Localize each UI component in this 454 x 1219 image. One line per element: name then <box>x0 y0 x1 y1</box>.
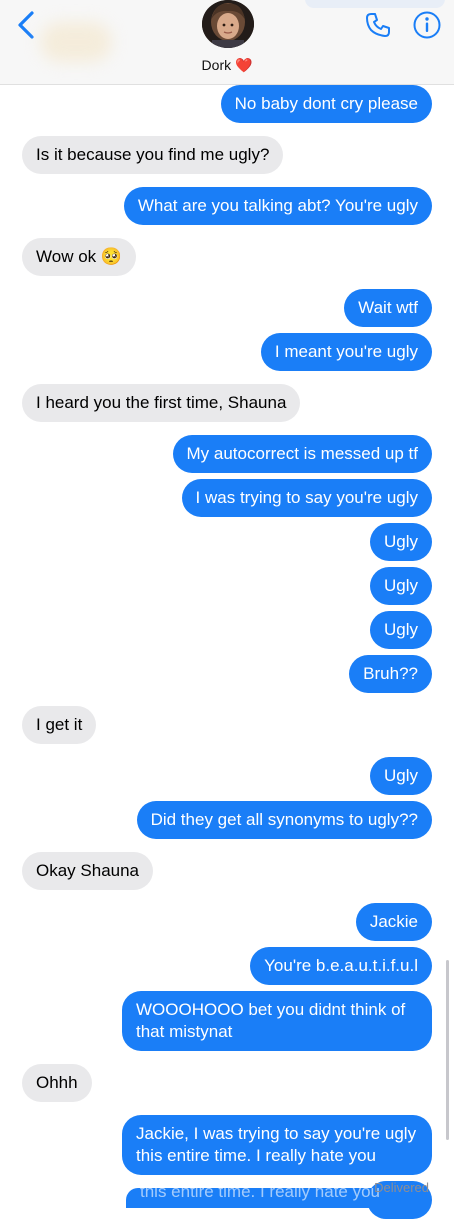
sent-message-row: You're b.e.a.u.t.i.f.u.l <box>0 947 454 985</box>
sent-message-row: I meant you're ugly <box>0 333 454 371</box>
sent-message-bubble[interactable]: No baby dont cry please <box>220 85 432 123</box>
sent-message-bubble[interactable]: Ugly <box>369 757 432 795</box>
sent-message-row: Jackie <box>0 903 454 941</box>
received-message-bubble[interactable]: Is it because you find me ugly? <box>22 136 284 174</box>
received-message-row: Ohhh <box>0 1064 454 1102</box>
sent-message-row: No baby dont cry please <box>0 85 454 123</box>
received-message-row: I heard you the first time, Shauna <box>0 384 454 422</box>
message-thread[interactable]: No baby dont cry please Is it because you… <box>0 85 454 1219</box>
contact-name[interactable]: Dork ❤️ <box>0 56 454 74</box>
sent-message-bubble[interactable]: Bruh?? <box>349 655 432 693</box>
sent-message-bubble[interactable]: Ugly <box>369 567 432 605</box>
delivered-status: Delivered <box>374 1180 429 1195</box>
sent-message-bubble[interactable]: I was trying to say you're ugly <box>181 479 432 517</box>
sent-message-bubble[interactable]: I meant you're ugly <box>260 333 432 371</box>
sent-message-bubble[interactable]: WOOOHOOO bet you didnt think of that mis… <box>122 991 432 1051</box>
sent-message-bubble[interactable]: Jackie <box>355 903 432 941</box>
sent-message-row: Ugly <box>0 523 454 561</box>
phone-icon[interactable] <box>363 10 393 40</box>
sent-message-row: Did they get all synonyms to ugly?? <box>0 801 454 839</box>
contact-name-text: Dork <box>201 57 232 73</box>
sent-message-row: Wait wtf <box>0 289 454 327</box>
sent-message-row: I was trying to say you're ugly <box>0 479 454 517</box>
received-message-bubble[interactable]: Ohhh <box>22 1064 92 1102</box>
avatar[interactable] <box>202 0 254 48</box>
sent-message-row: Ugly <box>0 611 454 649</box>
sent-message-bubble[interactable]: Wait wtf <box>344 289 432 327</box>
received-message-bubble[interactable]: Okay Shauna <box>22 852 154 890</box>
scrollbar[interactable] <box>446 960 449 1140</box>
cutoff-message-text: this entire time. I really hate you <box>140 1188 381 1201</box>
received-message-bubble[interactable]: Wow ok 🥺 <box>22 238 137 276</box>
sent-message-bubble[interactable]: Did they get all synonyms to ugly?? <box>136 801 432 839</box>
sent-message-row: Ugly <box>0 567 454 605</box>
sent-message-row: Ugly <box>0 757 454 795</box>
heart-emoji: ❤️ <box>235 57 253 73</box>
received-message-row: I get it <box>0 706 454 744</box>
info-icon[interactable] <box>412 10 442 40</box>
sent-message-bubble[interactable]: Ugly <box>369 611 432 649</box>
received-message-bubble[interactable]: I heard you the first time, Shauna <box>22 384 301 422</box>
sent-message-row: WOOOHOOO bet you didnt think of that mis… <box>0 991 454 1051</box>
sent-message-bubble[interactable]: What are you talking abt? You're ugly <box>123 187 432 225</box>
sent-message-row: Bruh?? <box>0 655 454 693</box>
sent-message-row: What are you talking abt? You're ugly <box>0 187 454 225</box>
chevron-left-icon[interactable] <box>14 10 40 40</box>
received-message-row: Is it because you find me ugly? <box>0 136 454 174</box>
sent-message-bubble[interactable]: Ugly <box>369 523 432 561</box>
sent-message-bubble[interactable]: Jackie, I was trying to say you're ugly … <box>122 1115 432 1175</box>
sent-message-row: My autocorrect is messed up tf <box>0 435 454 473</box>
sent-message-bubble[interactable]: My autocorrect is messed up tf <box>172 435 432 473</box>
conversation-header: Dork ❤️ <box>0 0 454 85</box>
received-message-bubble[interactable]: I get it <box>22 706 97 744</box>
sent-message-bubble[interactable]: You're b.e.a.u.t.i.f.u.l <box>250 947 432 985</box>
previous-message-edge <box>305 0 445 8</box>
received-message-row: Wow ok 🥺 <box>0 238 454 276</box>
sent-message-row: Jackie, I was trying to say you're ugly … <box>0 1115 454 1175</box>
received-message-row: Okay Shauna <box>0 852 454 890</box>
